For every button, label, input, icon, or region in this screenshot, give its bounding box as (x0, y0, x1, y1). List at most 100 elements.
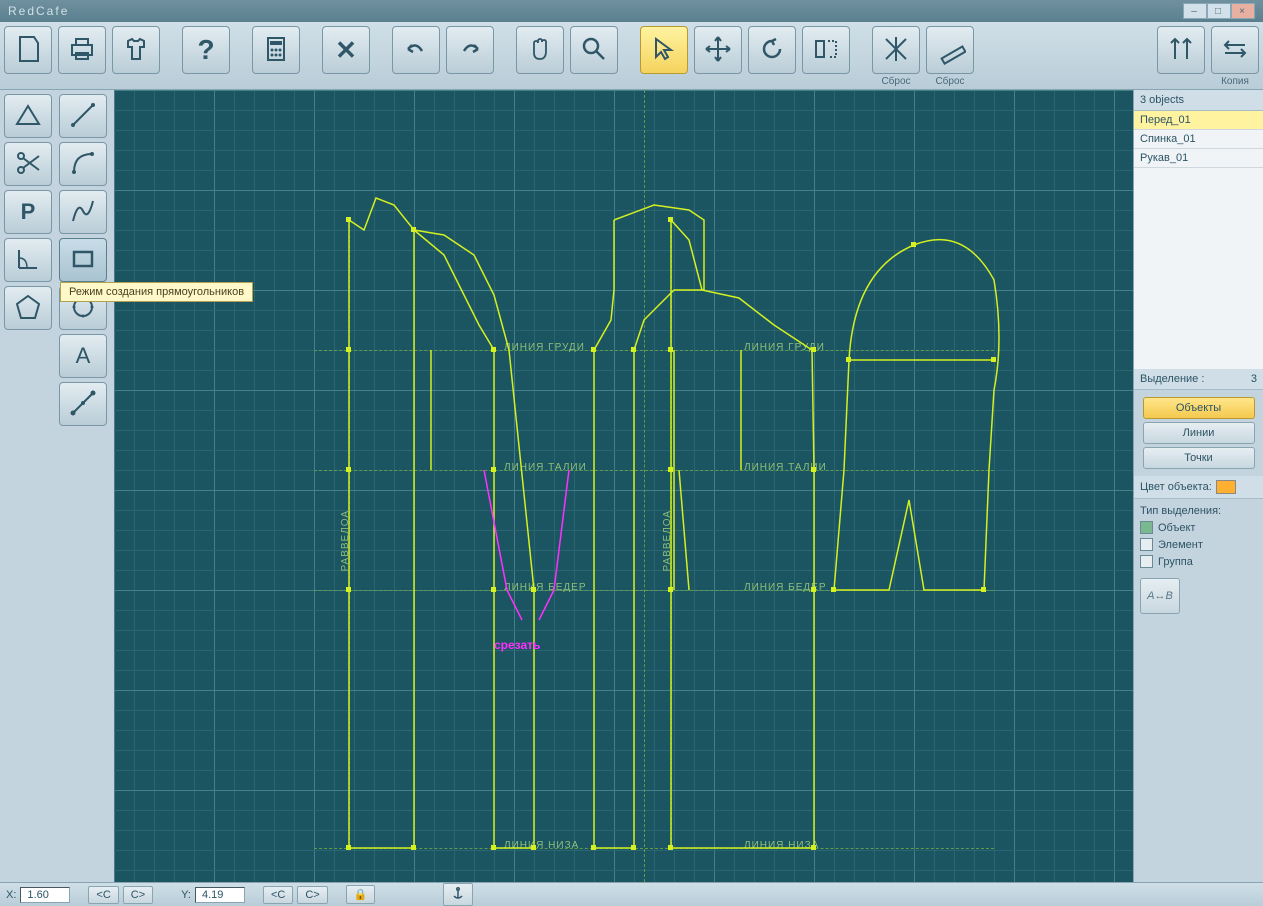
color-swatch[interactable] (1216, 480, 1236, 494)
shape-tool[interactable] (4, 286, 52, 330)
magnifier-icon (578, 33, 610, 68)
selection-type-label: Тип выделения: (1134, 499, 1263, 519)
flip-v-button[interactable] (1157, 26, 1205, 74)
angle-icon (13, 244, 43, 277)
a-icon: A (76, 343, 91, 369)
curve-icon (68, 196, 98, 229)
polygon-icon (13, 292, 43, 325)
prev-c-button-2[interactable]: <C (263, 886, 293, 904)
hand-icon (524, 33, 556, 68)
x-value: 1.60 (20, 887, 70, 903)
reset-ruler-button[interactable] (926, 26, 974, 74)
pan-button[interactable] (516, 26, 564, 74)
rectangle-icon (68, 244, 98, 277)
select-button[interactable] (640, 26, 688, 74)
flip-h-icon (1219, 33, 1251, 68)
redo-button[interactable] (446, 26, 494, 74)
x-icon: ✕ (335, 35, 357, 66)
p-icon: P (21, 199, 36, 225)
main-toolbar: ? ✕ Сброс Сброс Копия (0, 22, 1263, 90)
color-label: Цвет объекта: (1140, 481, 1212, 493)
point-tool[interactable]: P (4, 190, 52, 234)
printer-icon (66, 33, 98, 68)
calculator-icon (260, 33, 292, 68)
app-title: RedCafe (8, 4, 69, 18)
text-tool[interactable]: A (59, 334, 107, 378)
print-button[interactable] (58, 26, 106, 74)
objects-button[interactable]: Объекты (1143, 397, 1255, 419)
angle-tool[interactable] (4, 238, 52, 282)
cursor-icon (648, 33, 680, 68)
prev-c-button[interactable]: <C (88, 886, 118, 904)
next-c-button-2[interactable]: C> (297, 886, 327, 904)
selection-label: Выделение : (1140, 373, 1204, 385)
list-item[interactable]: Перед_01 (1134, 111, 1263, 130)
new-file-button[interactable] (4, 26, 52, 74)
line-tool[interactable] (59, 94, 107, 138)
rename-button[interactable]: A↔B (1140, 578, 1180, 614)
arc-tool[interactable] (59, 142, 107, 186)
calculator-button[interactable] (252, 26, 300, 74)
close-button[interactable]: × (1231, 3, 1255, 19)
rotate-button[interactable] (748, 26, 796, 74)
checkbox-element[interactable] (1140, 538, 1153, 551)
reset-axis-button[interactable] (872, 26, 920, 74)
line-icon (68, 100, 98, 133)
y-value: 4.19 (195, 887, 245, 903)
diagonal-icon (68, 388, 98, 421)
undo-icon (400, 33, 432, 68)
garment-button[interactable] (112, 26, 160, 74)
move-icon (702, 33, 734, 68)
lock-icon: 🔒 (354, 889, 368, 901)
points-button[interactable]: Точки (1143, 447, 1255, 469)
rectangle-tool[interactable] (59, 238, 107, 282)
list-item[interactable]: Рукав_01 (1134, 149, 1263, 168)
move-button[interactable] (694, 26, 742, 74)
file-icon (12, 33, 44, 68)
maximize-button[interactable]: □ (1207, 3, 1231, 19)
statusbar: X: 1.60 <C C> Y: 4.19 <C C> 🔒 (0, 882, 1263, 906)
object-list: Перед_01 Спинка_01 Рукав_01 (1134, 111, 1263, 369)
drawing-canvas[interactable]: // grid will be drawn by generating divs… (114, 90, 1133, 882)
delete-button[interactable]: ✕ (322, 26, 370, 74)
mirror-icon (810, 33, 842, 68)
next-c-button[interactable]: C> (123, 886, 153, 904)
ruler-icon (934, 33, 966, 68)
cut-annotation: срезать (494, 638, 540, 652)
checkbox-group[interactable] (1140, 555, 1153, 568)
right-panel: 3 objects Перед_01 Спинка_01 Рукав_01 Вы… (1133, 90, 1263, 882)
zoom-button[interactable] (570, 26, 618, 74)
question-icon: ? (197, 34, 214, 66)
measure-tool[interactable] (59, 382, 107, 426)
scissors-tool[interactable] (4, 142, 52, 186)
minimize-button[interactable]: – (1183, 3, 1207, 19)
mirror-button[interactable] (802, 26, 850, 74)
list-item[interactable]: Спинка_01 (1134, 130, 1263, 149)
reset-label: Сброс (881, 76, 910, 87)
rotate-icon (756, 33, 788, 68)
y-label: Y: (181, 889, 191, 901)
lines-button[interactable]: Линии (1143, 422, 1255, 444)
flip-v-icon (1165, 33, 1197, 68)
help-button[interactable]: ? (182, 26, 230, 74)
selection-count: 3 (1251, 373, 1257, 385)
axis-icon (880, 33, 912, 68)
reset-label-2: Сброс (935, 76, 964, 87)
anchor-icon (451, 891, 465, 903)
checkbox-object[interactable] (1140, 521, 1153, 534)
triangle-icon (13, 100, 43, 133)
redo-icon (454, 33, 486, 68)
tooltip: Режим создания прямоугольников (60, 282, 253, 302)
snap-button[interactable] (443, 883, 473, 906)
ab-icon: A↔B (1147, 590, 1173, 602)
tshirt-icon (120, 33, 152, 68)
arc-icon (68, 148, 98, 181)
curve-tool[interactable] (59, 190, 107, 234)
triangle-tool[interactable] (4, 94, 52, 138)
copy-label: Копия (1221, 76, 1249, 87)
copy-button[interactable] (1211, 26, 1259, 74)
x-label: X: (6, 889, 16, 901)
undo-button[interactable] (392, 26, 440, 74)
lock-button[interactable]: 🔒 (346, 885, 376, 904)
scissors-icon (13, 148, 43, 181)
